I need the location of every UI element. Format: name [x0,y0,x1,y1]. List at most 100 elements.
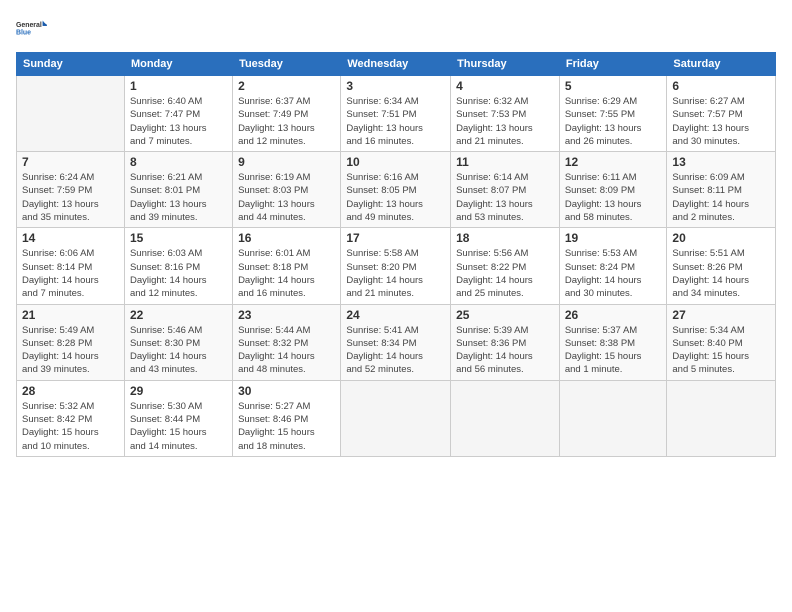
calendar-cell: 6 Sunrise: 6:27 AM Sunset: 7:57 PM Daylig… [667,76,776,152]
col-header-friday: Friday [559,53,667,76]
svg-text:General: General [16,22,42,29]
calendar-cell: 29 Sunrise: 5:30 AM Sunset: 8:44 PM Dayli… [124,380,232,456]
day-info: Sunrise: 6:06 AM Sunset: 8:14 PM Dayligh… [22,247,119,300]
calendar-cell: 22 Sunrise: 5:46 AM Sunset: 8:30 PM Dayli… [124,304,232,380]
logo-svg: General Blue [16,12,48,44]
col-header-tuesday: Tuesday [233,53,341,76]
calendar-cell: 5 Sunrise: 6:29 AM Sunset: 7:55 PM Daylig… [559,76,667,152]
day-info: Sunrise: 6:09 AM Sunset: 8:11 PM Dayligh… [672,171,770,224]
calendar-cell [341,380,451,456]
day-number: 1 [130,79,227,93]
calendar-cell: 14 Sunrise: 6:06 AM Sunset: 8:14 PM Dayli… [17,228,125,304]
week-row-1: 1 Sunrise: 6:40 AM Sunset: 7:47 PM Daylig… [17,76,776,152]
day-number: 10 [346,155,445,169]
day-number: 9 [238,155,335,169]
day-info: Sunrise: 6:27 AM Sunset: 7:57 PM Dayligh… [672,95,770,148]
day-info: Sunrise: 5:32 AM Sunset: 8:42 PM Dayligh… [22,400,119,453]
day-info: Sunrise: 6:14 AM Sunset: 8:07 PM Dayligh… [456,171,554,224]
day-number: 11 [456,155,554,169]
day-info: Sunrise: 5:39 AM Sunset: 8:36 PM Dayligh… [456,324,554,377]
day-info: Sunrise: 6:01 AM Sunset: 8:18 PM Dayligh… [238,247,335,300]
week-row-4: 21Sunrise: 5:49 AM Sunset: 8:28 PM Dayli… [17,304,776,380]
calendar-cell: 4 Sunrise: 6:32 AM Sunset: 7:53 PM Daylig… [451,76,560,152]
day-number: 5 [565,79,662,93]
day-number: 20 [672,231,770,245]
calendar-cell: 19 Sunrise: 5:53 AM Sunset: 8:24 PM Dayli… [559,228,667,304]
day-info: Sunrise: 6:19 AM Sunset: 8:03 PM Dayligh… [238,171,335,224]
day-info: Sunrise: 5:37 AM Sunset: 8:38 PM Dayligh… [565,324,662,377]
calendar-cell: 21Sunrise: 5:49 AM Sunset: 8:28 PM Dayli… [17,304,125,380]
calendar-cell: 3 Sunrise: 6:34 AM Sunset: 7:51 PM Daylig… [341,76,451,152]
calendar-cell [451,380,560,456]
day-info: Sunrise: 6:29 AM Sunset: 7:55 PM Dayligh… [565,95,662,148]
day-info: Sunrise: 5:58 AM Sunset: 8:20 PM Dayligh… [346,247,445,300]
day-info: Sunrise: 5:27 AM Sunset: 8:46 PM Dayligh… [238,400,335,453]
week-row-5: 28 Sunrise: 5:32 AM Sunset: 8:42 PM Dayli… [17,380,776,456]
calendar-cell: 7 Sunrise: 6:24 AM Sunset: 7:59 PM Daylig… [17,152,125,228]
calendar-cell: 13Sunrise: 6:09 AM Sunset: 8:11 PM Dayli… [667,152,776,228]
svg-text:Blue: Blue [16,29,31,36]
calendar-cell [559,380,667,456]
calendar-cell: 9 Sunrise: 6:19 AM Sunset: 8:03 PM Daylig… [233,152,341,228]
day-info: Sunrise: 5:44 AM Sunset: 8:32 PM Dayligh… [238,324,335,377]
day-number: 14 [22,231,119,245]
day-number: 24 [346,308,445,322]
day-number: 26 [565,308,662,322]
calendar-cell [667,380,776,456]
day-info: Sunrise: 5:34 AM Sunset: 8:40 PM Dayligh… [672,324,770,377]
day-number: 22 [130,308,227,322]
page-header: General Blue [16,12,776,44]
calendar-cell: 25 Sunrise: 5:39 AM Sunset: 8:36 PM Dayli… [451,304,560,380]
col-header-thursday: Thursday [451,53,560,76]
day-info: Sunrise: 6:11 AM Sunset: 8:09 PM Dayligh… [565,171,662,224]
calendar-cell: 2Sunrise: 6:37 AM Sunset: 7:49 PM Daylig… [233,76,341,152]
day-info: Sunrise: 6:03 AM Sunset: 8:16 PM Dayligh… [130,247,227,300]
day-info: Sunrise: 5:56 AM Sunset: 8:22 PM Dayligh… [456,247,554,300]
col-header-sunday: Sunday [17,53,125,76]
day-info: Sunrise: 5:41 AM Sunset: 8:34 PM Dayligh… [346,324,445,377]
day-number: 3 [346,79,445,93]
calendar-cell: 30Sunrise: 5:27 AM Sunset: 8:46 PM Dayli… [233,380,341,456]
calendar-cell: 10 Sunrise: 6:16 AM Sunset: 8:05 PM Dayli… [341,152,451,228]
week-row-3: 14 Sunrise: 6:06 AM Sunset: 8:14 PM Dayli… [17,228,776,304]
day-info: Sunrise: 6:16 AM Sunset: 8:05 PM Dayligh… [346,171,445,224]
day-number: 28 [22,384,119,398]
day-number: 16 [238,231,335,245]
calendar-cell: 26 Sunrise: 5:37 AM Sunset: 8:38 PM Dayli… [559,304,667,380]
calendar-cell: 18Sunrise: 5:56 AM Sunset: 8:22 PM Dayli… [451,228,560,304]
day-info: Sunrise: 5:53 AM Sunset: 8:24 PM Dayligh… [565,247,662,300]
calendar-cell: 16 Sunrise: 6:01 AM Sunset: 8:18 PM Dayli… [233,228,341,304]
col-header-wednesday: Wednesday [341,53,451,76]
col-header-monday: Monday [124,53,232,76]
day-number: 7 [22,155,119,169]
day-info: Sunrise: 6:21 AM Sunset: 8:01 PM Dayligh… [130,171,227,224]
calendar-cell: 23 Sunrise: 5:44 AM Sunset: 8:32 PM Dayli… [233,304,341,380]
calendar-cell: 11 Sunrise: 6:14 AM Sunset: 8:07 PM Dayli… [451,152,560,228]
day-info: Sunrise: 6:34 AM Sunset: 7:51 PM Dayligh… [346,95,445,148]
day-info: Sunrise: 6:40 AM Sunset: 7:47 PM Dayligh… [130,95,227,148]
day-number: 29 [130,384,227,398]
calendar-cell: 20 Sunrise: 5:51 AM Sunset: 8:26 PM Dayli… [667,228,776,304]
day-number: 8 [130,155,227,169]
col-header-saturday: Saturday [667,53,776,76]
day-info: Sunrise: 6:24 AM Sunset: 7:59 PM Dayligh… [22,171,119,224]
day-info: Sunrise: 5:30 AM Sunset: 8:44 PM Dayligh… [130,400,227,453]
day-info: Sunrise: 5:51 AM Sunset: 8:26 PM Dayligh… [672,247,770,300]
day-number: 17 [346,231,445,245]
day-number: 19 [565,231,662,245]
day-info: Sunrise: 5:46 AM Sunset: 8:30 PM Dayligh… [130,324,227,377]
day-number: 25 [456,308,554,322]
calendar-cell [17,76,125,152]
calendar-cell: 15Sunrise: 6:03 AM Sunset: 8:16 PM Dayli… [124,228,232,304]
calendar-cell: 27Sunrise: 5:34 AM Sunset: 8:40 PM Dayli… [667,304,776,380]
calendar-table: SundayMondayTuesdayWednesdayThursdayFrid… [16,52,776,457]
day-info: Sunrise: 6:32 AM Sunset: 7:53 PM Dayligh… [456,95,554,148]
calendar-cell: 17 Sunrise: 5:58 AM Sunset: 8:20 PM Dayli… [341,228,451,304]
calendar-cell: 1 Sunrise: 6:40 AM Sunset: 7:47 PM Daylig… [124,76,232,152]
day-number: 23 [238,308,335,322]
day-number: 4 [456,79,554,93]
week-row-2: 7 Sunrise: 6:24 AM Sunset: 7:59 PM Daylig… [17,152,776,228]
day-number: 6 [672,79,770,93]
day-number: 2 [238,79,335,93]
day-info: Sunrise: 5:49 AM Sunset: 8:28 PM Dayligh… [22,324,119,377]
